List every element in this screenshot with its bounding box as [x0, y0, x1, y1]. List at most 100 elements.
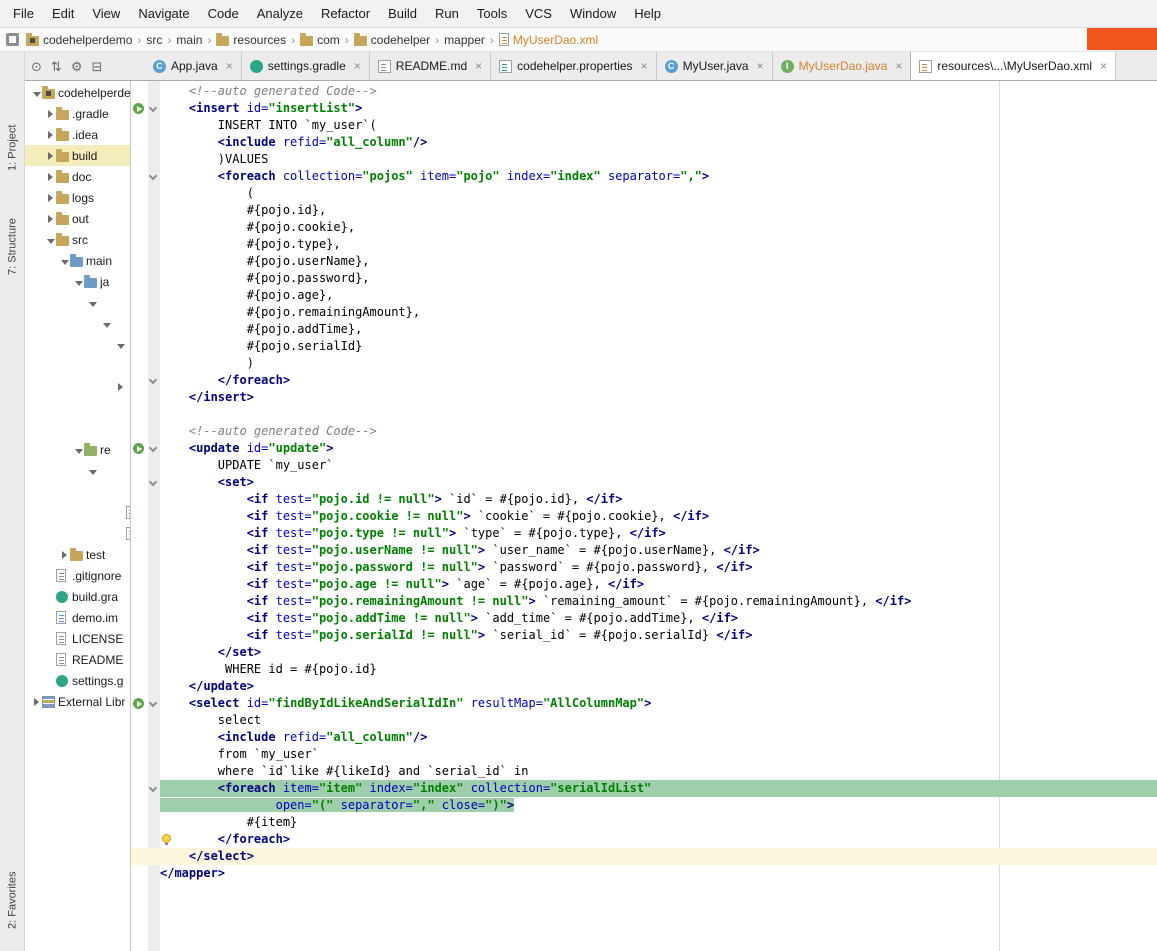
- chevron-down-icon[interactable]: [101, 320, 112, 328]
- chevron-down-icon[interactable]: [87, 299, 98, 307]
- fold-marker-icon[interactable]: [149, 699, 157, 707]
- menu-code[interactable]: Code: [199, 0, 248, 27]
- tree-item-src[interactable]: src: [25, 229, 130, 250]
- fold-marker-icon[interactable]: [149, 444, 157, 452]
- code-line[interactable]: </foreach>: [131, 372, 1157, 389]
- tab-close-icon[interactable]: ×: [757, 59, 764, 73]
- chevron-down-icon[interactable]: [87, 467, 98, 475]
- tab-myuser-java[interactable]: MyUser.java×: [657, 52, 773, 80]
- fold-marker-icon[interactable]: [149, 376, 157, 384]
- code-line[interactable]: #{pojo.userName},: [131, 253, 1157, 270]
- code-line[interactable]: </foreach>: [131, 831, 1157, 848]
- code-line[interactable]: <if test="pojo.remainingAmount != null">…: [131, 593, 1157, 610]
- breadcrumb-item-mapper[interactable]: mapper: [444, 33, 485, 47]
- code-line[interactable]: <if test="pojo.serialId != null"> `seria…: [131, 627, 1157, 644]
- menu-view[interactable]: View: [83, 0, 129, 27]
- code-line[interactable]: where `id`like #{likeId} and `serial_id`…: [131, 763, 1157, 780]
- tree-item-clipped[interactable]: [25, 376, 130, 397]
- menu-run[interactable]: Run: [426, 0, 468, 27]
- code-line[interactable]: #{pojo.id},: [131, 202, 1157, 219]
- code-line[interactable]: INSERT INTO `my_user`(: [131, 117, 1157, 134]
- tab-resources-myuserdao-xml[interactable]: resources\...\MyUserDao.xml×: [910, 52, 1116, 80]
- code-line[interactable]: #{pojo.remainingAmount},: [131, 304, 1157, 321]
- menu-window[interactable]: Window: [561, 0, 625, 27]
- chevron-right-icon[interactable]: [45, 173, 56, 181]
- tree-item-out[interactable]: out: [25, 208, 130, 229]
- tree-item-clipped[interactable]: [25, 334, 130, 355]
- mybatis-nav-icon[interactable]: [133, 103, 144, 114]
- code-line[interactable]: #{pojo.serialId}: [131, 338, 1157, 355]
- code-line[interactable]: <update id="update">: [131, 440, 1157, 457]
- notification-strip[interactable]: [1087, 28, 1157, 50]
- chevron-right-icon[interactable]: [45, 194, 56, 202]
- fold-marker-icon[interactable]: [149, 784, 157, 792]
- code-line[interactable]: #{pojo.cookie},: [131, 219, 1157, 236]
- locate-file-icon[interactable]: ⊙: [31, 60, 42, 73]
- tree-item-demo-im[interactable]: demo.im: [25, 607, 130, 628]
- stripe-button-1-project[interactable]: 1: Project: [0, 108, 25, 188]
- tree-item-clipped[interactable]: [25, 481, 130, 502]
- code-line[interactable]: #{item}: [131, 814, 1157, 831]
- tree-item-license[interactable]: LICENSE: [25, 628, 130, 649]
- code-line[interactable]: </update>: [131, 678, 1157, 695]
- code-line[interactable]: <include refid="all_column"/>: [131, 134, 1157, 151]
- code-line[interactable]: open="(" separator="," close=")">: [131, 797, 1157, 814]
- tab-close-icon[interactable]: ×: [226, 59, 233, 73]
- menu-edit[interactable]: Edit: [43, 0, 83, 27]
- tree-item-re[interactable]: re: [25, 439, 130, 460]
- tab-close-icon[interactable]: ×: [895, 59, 902, 73]
- chevron-down-icon[interactable]: [73, 446, 84, 454]
- breadcrumb-item-codehelperdemo[interactable]: codehelperdemo: [26, 33, 132, 47]
- tree-item-main[interactable]: main: [25, 250, 130, 271]
- code-line[interactable]: [131, 406, 1157, 423]
- code-line[interactable]: </set>: [131, 644, 1157, 661]
- tree-item-codehelperdemo[interactable]: codehelperdemo: [25, 82, 130, 103]
- chevron-down-icon[interactable]: [115, 341, 126, 349]
- chevron-right-icon[interactable]: [45, 131, 56, 139]
- code-line[interactable]: <if test="pojo.cookie != null"> `cookie`…: [131, 508, 1157, 525]
- tree-item-settings-g[interactable]: settings.g: [25, 670, 130, 691]
- mybatis-nav-icon[interactable]: [133, 698, 144, 709]
- fold-marker-icon[interactable]: [149, 478, 157, 486]
- code-area[interactable]: <!--auto generated Code--> <insert id="i…: [131, 81, 1157, 882]
- tab-close-icon[interactable]: ×: [1100, 59, 1107, 73]
- tree-item-gradle[interactable]: .gradle: [25, 103, 130, 124]
- editor[interactable]: <!--auto generated Code--> <insert id="i…: [131, 81, 1157, 951]
- menu-navigate[interactable]: Navigate: [129, 0, 198, 27]
- tab-codehelper-properties[interactable]: codehelper.properties×: [491, 52, 656, 80]
- code-line[interactable]: #{pojo.type},: [131, 236, 1157, 253]
- breadcrumb-item-myuserdao-xml[interactable]: MyUserDao.xml: [499, 33, 598, 47]
- code-line[interactable]: <!--auto generated Code-->: [131, 423, 1157, 440]
- code-line[interactable]: (: [131, 185, 1157, 202]
- menu-tools[interactable]: Tools: [468, 0, 516, 27]
- tree-item-clipped[interactable]: [25, 502, 130, 523]
- tree-item-clipped[interactable]: [25, 523, 130, 544]
- code-line[interactable]: <if test="pojo.age != null"> `age` = #{p…: [131, 576, 1157, 593]
- code-line[interactable]: <if test="pojo.addTime != null"> `add_ti…: [131, 610, 1157, 627]
- code-line[interactable]: ): [131, 355, 1157, 372]
- tab-readme-md[interactable]: README.md×: [370, 52, 491, 80]
- tree-item-idea[interactable]: .idea: [25, 124, 130, 145]
- chevron-down-icon[interactable]: [59, 257, 70, 265]
- tab-close-icon[interactable]: ×: [641, 59, 648, 73]
- menu-analyze[interactable]: Analyze: [248, 0, 312, 27]
- tree-item-build-gra[interactable]: build.gra: [25, 586, 130, 607]
- chevron-down-icon[interactable]: [45, 236, 56, 244]
- fold-marker-icon[interactable]: [149, 172, 157, 180]
- tree-item-logs[interactable]: logs: [25, 187, 130, 208]
- code-line[interactable]: <!--auto generated Code-->: [131, 83, 1157, 100]
- code-line[interactable]: #{pojo.addTime},: [131, 321, 1157, 338]
- code-line[interactable]: <if test="pojo.id != null"> `id` = #{poj…: [131, 491, 1157, 508]
- hide-panel-icon[interactable]: ⊟: [91, 60, 102, 73]
- menu-file[interactable]: File: [4, 0, 43, 27]
- tree-item-clipped[interactable]: [25, 355, 130, 376]
- breadcrumb-item-src[interactable]: src: [146, 33, 162, 47]
- breadcrumb-item-codehelper[interactable]: codehelper: [354, 33, 430, 47]
- tab-settings-gradle[interactable]: settings.gradle×: [242, 52, 370, 80]
- code-line[interactable]: #{pojo.password},: [131, 270, 1157, 287]
- tree-item-build[interactable]: build: [25, 145, 130, 166]
- chevron-right-icon[interactable]: [31, 698, 42, 706]
- chevron-right-icon[interactable]: [45, 110, 56, 118]
- settings-gear-icon[interactable]: ⚙: [71, 60, 83, 73]
- code-line[interactable]: from `my_user`: [131, 746, 1157, 763]
